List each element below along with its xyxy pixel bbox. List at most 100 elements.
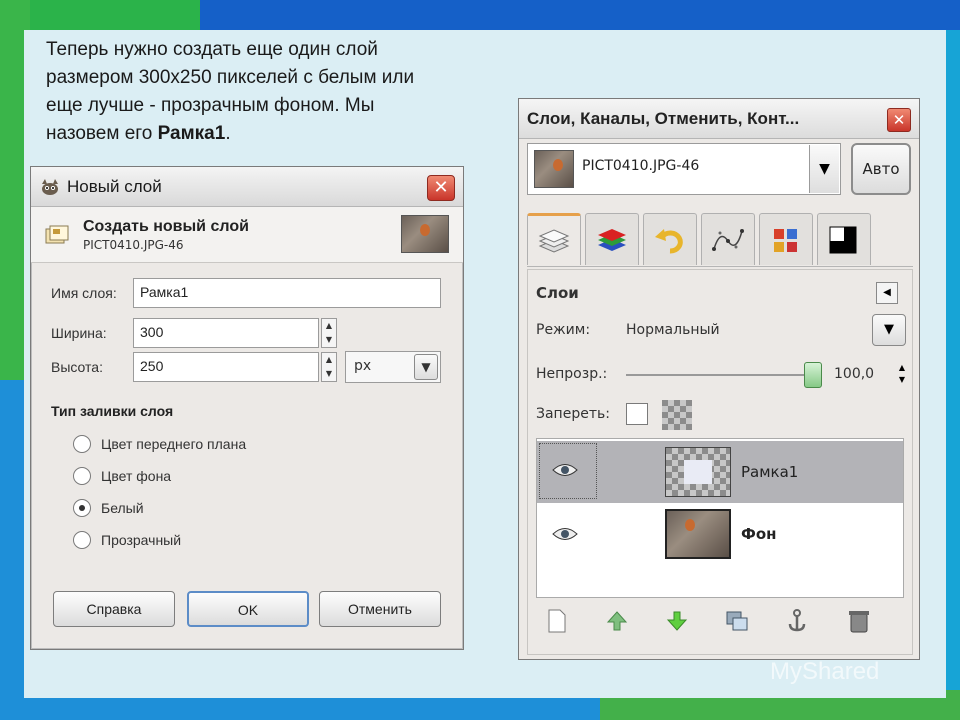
dialog-titlebar: Новый слой [31,167,463,207]
caption-line-2: размером 300x250 пикселей с белым или [46,67,415,88]
opacity-value[interactable]: 100,0 [834,366,874,382]
cancel-button[interactable]: Отменить [319,591,441,627]
channels-icon [598,228,626,251]
width-label: Ширина: [51,325,107,341]
height-label: Высота: [51,359,103,375]
lower-layer-button[interactable] [664,608,690,634]
width-spinner[interactable]: ▲ ▼ [321,318,337,348]
layers-panel: Слои, Каналы, Отменить, Конт... ✕ PICT04… [518,98,920,660]
layer-name[interactable]: Рамка1 [741,463,798,481]
trash-icon [849,611,869,633]
duplicate-layer-button[interactable] [724,608,750,634]
watermark-text: MyShared [770,658,880,685]
histogram-icon [829,226,857,253]
radio-foreground[interactable] [73,435,91,453]
dialog-header-subtitle: PICT0410.JPG-46 [83,237,184,252]
radio-transparent[interactable] [73,531,91,549]
caption-line-3: еще лучше - прозрачным фоном. Мы [46,95,375,116]
paths-icon [712,228,744,251]
opacity-spinner[interactable]: ▲ ▼ [896,362,908,388]
layer-thumbnail [665,447,731,497]
anchor-layer-icon [788,609,806,632]
unit-select[interactable]: px ▼ [345,351,441,383]
tab-channels[interactable] [585,213,639,265]
radio-background[interactable] [73,467,91,485]
eye-icon[interactable] [551,525,579,543]
colormap-icon [774,228,797,252]
new-layer-icon [45,225,69,243]
lower-layer-icon [666,611,688,631]
delete-layer-button[interactable] [846,608,872,634]
layer-name-label: Имя слоя: [51,285,117,301]
chevron-down-icon[interactable]: ▼ [414,354,438,380]
eye-icon[interactable] [551,461,579,479]
raise-layer-button[interactable] [604,608,630,634]
fill-option-foreground[interactable]: Цвет переднего плана [73,435,246,453]
image-thumbnail [534,150,574,188]
opacity-slider-track[interactable] [626,374,822,376]
fill-option-white[interactable]: Белый [73,499,144,517]
fill-option-background[interactable]: Цвет фона [73,467,171,485]
mode-label: Режим: [536,322,591,338]
dialog-header: Создать новый слой PICT0410.JPG-46 [31,207,463,263]
width-input[interactable]: 300 [133,318,319,348]
tab-layers[interactable] [527,213,581,265]
fill-type-title: Тип заливки слоя [51,403,174,419]
anchor-layer-button[interactable] [784,608,810,634]
mode-value[interactable]: Нормальный [626,322,720,338]
panel-close-button[interactable]: ✕ [887,108,911,132]
tab-undo[interactable] [643,213,697,265]
lock-label: Запереть: [536,406,610,422]
dialog-title: Новый слой [67,176,162,196]
lock-alpha-icon[interactable] [662,400,692,430]
caption-line-1: Теперь нужно создать еще один слой [46,39,378,60]
dock-tabs [527,211,913,267]
layer-thumbnail [665,509,731,559]
ok-button[interactable]: OK [187,591,309,627]
height-input[interactable]: 250 [133,352,319,382]
layer-name[interactable]: Фон [741,525,777,543]
opacity-slider-thumb[interactable] [804,362,822,388]
spin-down-icon[interactable]: ▼ [322,333,336,347]
caption-layer-name: Рамка1 [157,123,226,144]
auto-button[interactable]: Авто [851,143,911,195]
layer-row[interactable]: Рамка1 [537,441,903,503]
tab-colormap[interactable] [759,213,813,265]
radio-white[interactable] [73,499,91,517]
gimp-wilber-icon [42,178,58,195]
raise-layer-icon [606,611,628,631]
layer-thumbnail-content [684,460,712,484]
layers-icon [538,228,570,253]
tab-paths[interactable] [701,213,755,265]
menu-arrow-icon[interactable]: ◀ [876,282,898,304]
slide-right-band [945,30,960,720]
new-layer-icon [548,609,566,633]
caption-line-4-prefix: назовем его [46,123,158,144]
spin-down-icon[interactable]: ▼ [322,367,336,381]
spin-up-icon[interactable]: ▲ [322,353,336,367]
chevron-down-icon[interactable]: ▼ [809,145,839,193]
dialog-header-title: Создать новый слой [83,217,249,235]
layer-row[interactable]: Фон [537,505,903,567]
image-select[interactable]: PICT0410.JPG-46 ▼ [527,143,841,195]
tab-histogram[interactable] [817,213,871,265]
chevron-down-icon[interactable]: ▼ [872,314,906,346]
duplicate-layer-icon [726,611,748,631]
layer-name-input[interactable]: Рамка1 [133,278,441,308]
fill-option-label: Белый [101,500,144,516]
new-layer-dialog: Новый слой ✕ Создать новый слой PICT0410… [30,166,464,650]
opacity-label: Непрозр.: [536,366,608,382]
image-select-value: PICT0410.JPG-46 [582,158,700,174]
dialog-close-button[interactable]: ✕ [427,175,455,201]
layers-section-title: Слои [536,284,579,302]
fill-option-label: Цвет переднего плана [101,436,247,452]
panel-title: Слои, Каналы, Отменить, Конт... [519,99,919,139]
fill-option-transparent[interactable]: Прозрачный [73,531,181,549]
image-thumbnail [401,215,449,253]
height-spinner[interactable]: ▲ ▼ [321,352,337,382]
new-layer-button[interactable] [544,608,570,634]
help-button[interactable]: Справка [53,591,175,627]
caption-line-4-suffix: . [225,123,231,144]
lock-pixels-checkbox[interactable] [626,403,648,425]
spin-up-icon[interactable]: ▲ [322,319,336,333]
